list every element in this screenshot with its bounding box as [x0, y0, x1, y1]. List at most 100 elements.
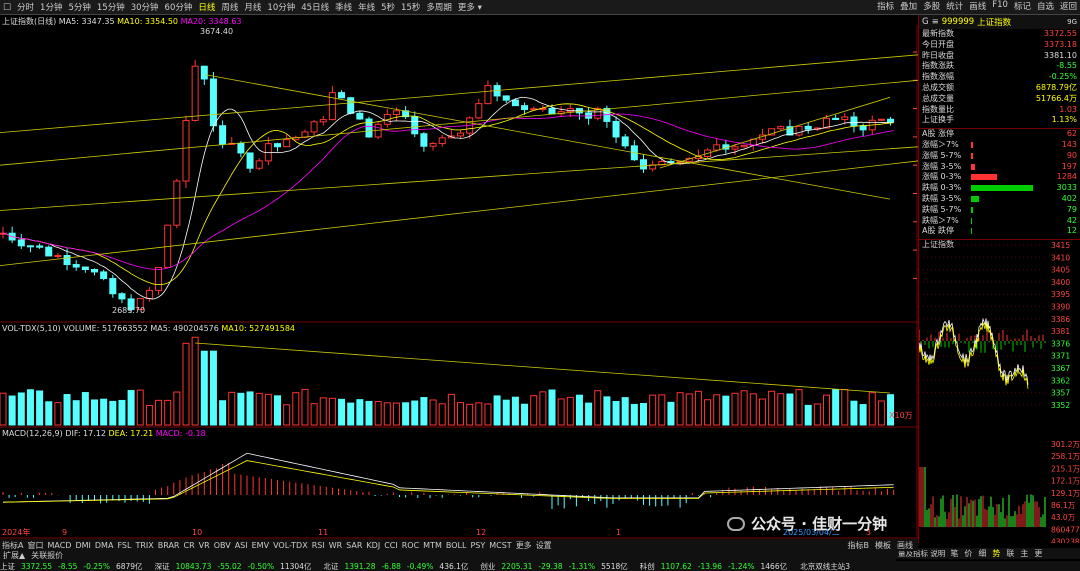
breadth-row[interactable]: A股 涨停 62 [919, 129, 1080, 140]
indicator-tab-10[interactable]: OBV [212, 541, 233, 550]
indicator-tab-3[interactable]: DMI [73, 541, 92, 550]
indicator-tab-19[interactable]: ROC [400, 541, 421, 550]
indicator-tab-4[interactable]: DMA [93, 541, 116, 550]
volume-bar [347, 402, 355, 426]
period-tab-0[interactable]: □ [0, 2, 14, 12]
indicator-tab-5[interactable]: FSL [115, 541, 133, 550]
bottom-tab-1[interactable]: 价 [961, 548, 975, 559]
period-tab-6[interactable]: 60分钟 [162, 1, 196, 13]
toolbar-btn-3[interactable]: 统计 [943, 0, 966, 12]
period-tab-16[interactable]: 多周期 [423, 1, 455, 13]
period-tab-15[interactable]: 15秒 [398, 1, 423, 13]
bottom-tab-2[interactable]: 细 [975, 548, 989, 559]
indicator-tab-1[interactable]: 窗口 [25, 540, 45, 551]
indicator-tab-0[interactable]: 指标A [0, 540, 25, 551]
index-ticker[interactable]: 上证 3372.55 -8.55 -0.25% 6879亿 深证 10843.73 -55.0… [0, 561, 1080, 571]
indicator-tab-14[interactable]: RSI [310, 541, 327, 550]
breadth-row[interactable]: 涨幅 3-5% 197 [919, 162, 1080, 173]
candle [420, 133, 428, 147]
macd-title: MACD(12,26,9) [2, 429, 63, 438]
volume-bar [502, 399, 510, 426]
indicator-tab-7[interactable]: BRAR [156, 541, 182, 550]
toolbar-btn-5[interactable]: F10 [989, 0, 1011, 12]
breadth-row[interactable]: A股 跌停 12 [919, 226, 1080, 237]
indicator-tab-18[interactable]: CCI [382, 541, 400, 550]
breadth-bar [971, 195, 980, 202]
indicator-tab-11[interactable]: ASI [233, 541, 250, 550]
volume-bar [813, 403, 821, 426]
period-tab-8[interactable]: 周线 [218, 1, 241, 13]
breadth-row[interactable]: 跌幅 5-7% 79 [919, 205, 1080, 216]
period-tab-11[interactable]: 45日线 [298, 1, 332, 13]
bottom-tab-4[interactable]: 联 [1003, 548, 1017, 559]
indicator-tab-23[interactable]: MCST [487, 541, 513, 550]
extra-tab-0[interactable]: 扩展▲ [0, 550, 28, 561]
breadth-row[interactable]: 涨幅＞7% 143 [919, 140, 1080, 151]
indicator-tab-8[interactable]: CR [182, 541, 197, 550]
breadth-row[interactable]: 涨幅 5-7% 90 [919, 151, 1080, 162]
quote-value: 6878.79亿 [1035, 82, 1077, 92]
volume-bar [484, 403, 492, 426]
ticker-item[interactable]: 创业 2205.31 -29.38 -1.31% 5518亿 [480, 561, 639, 571]
period-tab-5[interactable]: 30分钟 [128, 1, 162, 13]
candle [731, 146, 739, 150]
toolbar-btn-0[interactable]: 指标 [874, 0, 897, 12]
period-tab-3[interactable]: 5分钟 [65, 1, 93, 13]
macd-legend: MACD(12,26,9) DIF: 17.12 DEA: 17.21 MACD… [2, 429, 206, 438]
ticker-item[interactable]: 深证 10843.73 -55.02 -0.50% 11304亿 [155, 561, 324, 571]
indicator-right-2[interactable]: 画线 [894, 540, 916, 551]
volume-bar [548, 389, 556, 426]
toolbar-btn-8[interactable]: 返回 [1057, 0, 1080, 12]
indicator-tab-13[interactable]: VOL-TDX [271, 541, 310, 550]
stock-header[interactable]: G ≡ 999999 上证指数 9G [919, 15, 1080, 29]
indicator-tab-20[interactable]: MTM [421, 541, 444, 550]
period-tab-10[interactable]: 10分钟 [264, 1, 298, 13]
breadth-row[interactable]: 跌幅 0-3% 3033 [919, 183, 1080, 194]
indicator-tab-6[interactable]: TRIX [133, 541, 155, 550]
indicator-tab-12[interactable]: EMV [250, 541, 271, 550]
breadth-row[interactable]: 跌幅 3-5% 402 [919, 194, 1080, 205]
volume-bar [649, 394, 657, 426]
period-tab-1[interactable]: 分时 [14, 1, 37, 13]
ticker-change: -8.55 [58, 561, 78, 571]
period-tab-17[interactable]: 更多 ▾ [455, 1, 485, 13]
period-tab-9[interactable]: 月线 [241, 1, 264, 13]
indicator-right-0[interactable]: 指标B [845, 540, 873, 551]
toolbar-btn-6[interactable]: 标记 [1011, 0, 1034, 12]
indicator-tab-21[interactable]: BOLL [444, 541, 469, 550]
bottom-tab-3[interactable]: 势 [989, 548, 1003, 559]
period-tab-12[interactable]: 季线 [332, 1, 355, 13]
period-tab-7[interactable]: 日线 [195, 1, 218, 13]
extra-tab-1[interactable]: 关联报价 [28, 550, 66, 561]
indicator-tab-17[interactable]: KDJ [364, 541, 382, 550]
toolbar-btn-1[interactable]: 叠加 [897, 0, 920, 12]
ticker-item[interactable]: 上证 3372.55 -8.55 -0.25% 6879亿 [0, 561, 155, 571]
period-tab-13[interactable]: 年线 [355, 1, 378, 13]
intraday-minichart[interactable]: 3415 3410 3405 3400 3395 3390 3386 3381 3376 3371… [919, 237, 1080, 543]
indicator-tab-25[interactable]: 设置 [534, 540, 554, 551]
bottom-tab-6[interactable]: 更 [1031, 548, 1045, 559]
kline-chart[interactable]: 3600350034003300320031003000290028003674… [0, 25, 918, 539]
indicator-right-1[interactable]: 模板 [872, 540, 894, 551]
period-tab-4[interactable]: 15分钟 [94, 1, 128, 13]
period-tab-2[interactable]: 1分钟 [37, 1, 65, 13]
indicator-tab-22[interactable]: PSY [468, 541, 487, 550]
indicator-tab-16[interactable]: SAR [344, 541, 364, 550]
breadth-row[interactable]: 跌幅＞7% 42 [919, 216, 1080, 227]
indicator-tab-9[interactable]: VR [197, 541, 212, 550]
toolbar-btn-4[interactable]: 画线 [966, 0, 989, 12]
candle [804, 125, 812, 130]
bottom-tab-5[interactable]: 主 [1017, 548, 1031, 559]
indicator-tab-2[interactable]: MACD [45, 541, 73, 550]
toolbar-btn-7[interactable]: 自选 [1034, 0, 1057, 12]
ticker-item[interactable]: 北证 1391.28 -6.88 -0.49% 436.1亿 [323, 561, 480, 571]
volume-bar [594, 390, 602, 426]
period-tab-14[interactable]: 5秒 [378, 1, 398, 13]
ticker-item[interactable]: 科创 1107.62 -13.96 -1.24% 1466亿 [640, 561, 799, 571]
indicator-tab-15[interactable]: WR [327, 541, 344, 550]
bottom-tab-0[interactable]: 笔 [947, 548, 961, 559]
breadth-row[interactable]: 涨幅 0-3% 1284 [919, 172, 1080, 183]
breadth-label: 涨幅＞7% [922, 139, 959, 149]
toolbar-btn-2[interactable]: 多股 [920, 0, 943, 12]
indicator-tab-24[interactable]: 更多 [514, 540, 534, 551]
